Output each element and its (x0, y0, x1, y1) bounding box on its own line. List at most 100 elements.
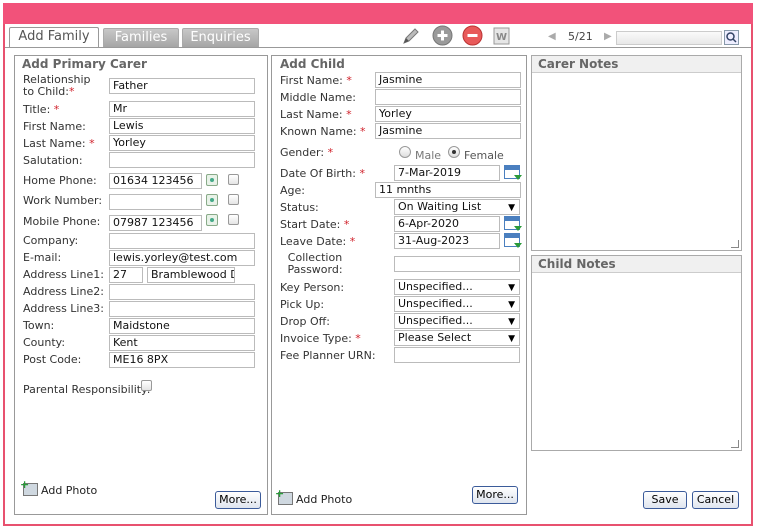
carer-first-name-field[interactable]: Lewis (109, 118, 255, 134)
carer-more-button[interactable]: More... (215, 491, 261, 509)
child-add-photo-button[interactable]: Add Photo (275, 487, 352, 506)
pick-up-label: Pick Up: (280, 298, 325, 311)
start-date-calendar-icon[interactable] (504, 216, 522, 231)
known-name-label: Known Name: * (280, 125, 366, 138)
dob-calendar-icon[interactable] (504, 165, 522, 180)
known-name-field[interactable]: Jasmine (375, 123, 521, 139)
key-person-select[interactable]: Unspecified... ▼ (394, 279, 520, 295)
gender-male-radio[interactable] (399, 146, 411, 158)
town-field[interactable]: Maidstone (109, 318, 255, 334)
child-notes-box[interactable]: Child Notes (531, 255, 742, 451)
home-phone-label: Home Phone: (23, 174, 97, 187)
resize-grip-icon[interactable] (731, 440, 739, 448)
collection-password-field[interactable] (394, 256, 520, 272)
add-photo-icon (20, 478, 38, 496)
pick-up-select[interactable]: Unspecified... ▼ (394, 296, 520, 312)
salutation-label: Salutation: (23, 154, 83, 167)
record-counter: 5/21 (568, 30, 593, 43)
gender-female-radio[interactable] (448, 146, 460, 158)
tab-add-family[interactable]: Add Family (9, 27, 99, 48)
leave-date-calendar-icon[interactable] (504, 233, 522, 248)
address-line3-field[interactable] (109, 301, 255, 317)
header-bar (3, 3, 753, 24)
email-field[interactable]: lewis.yorley@test.com (109, 250, 255, 266)
age-label: Age: (280, 184, 305, 197)
middle-name-label: Middle Name: (280, 91, 356, 104)
drop-off-label: Drop Off: (280, 315, 330, 328)
search-icon[interactable] (724, 30, 739, 45)
add-icon[interactable] (432, 25, 453, 46)
carer-title-field[interactable]: Mr (109, 101, 255, 117)
carer-last-name-field[interactable]: Yorley (109, 135, 255, 151)
cancel-button[interactable]: Cancel (692, 491, 739, 509)
address-street-field[interactable]: Bramblewood Dri (147, 267, 235, 283)
address-line1-label: Address Line1: (23, 268, 104, 281)
add-photo-icon (275, 487, 293, 505)
relationship-label: Relationship to Child:* (23, 73, 91, 98)
tab-enquiries[interactable]: Enquiries (182, 28, 259, 47)
child-notes-title: Child Notes (532, 256, 741, 273)
collection-password-label: Collection Password: (287, 251, 343, 276)
county-field[interactable]: Kent (109, 335, 255, 351)
child-more-button[interactable]: More... (472, 486, 518, 504)
county-label: County: (23, 336, 66, 349)
middle-name-field[interactable] (375, 89, 521, 105)
address-number-field[interactable]: 27 (109, 267, 143, 283)
status-select[interactable]: On Waiting List ▼ (394, 199, 520, 215)
child-first-name-field[interactable]: Jasmine (375, 72, 521, 88)
carer-title-label: Title: * (23, 103, 60, 116)
start-date-field[interactable]: 6-Apr-2020 (394, 216, 500, 232)
mobile-phone-checkbox[interactable] (228, 214, 239, 225)
carer-first-name-label: First Name: (23, 120, 86, 133)
carer-last-name-label: Last Name: * (23, 137, 95, 150)
dob-field[interactable]: 7-Mar-2019 (394, 165, 500, 181)
work-number-dial-icon[interactable] (206, 194, 218, 206)
work-number-field[interactable] (109, 194, 202, 210)
child-last-name-field[interactable]: Yorley (375, 106, 521, 122)
gender-label: Gender: * (280, 146, 334, 159)
fee-planner-urn-field[interactable] (394, 347, 520, 363)
home-phone-checkbox[interactable] (228, 174, 239, 185)
mobile-phone-label: Mobile Phone: (23, 215, 101, 228)
remove-icon[interactable] (462, 25, 483, 46)
work-number-checkbox[interactable] (228, 194, 239, 205)
record-search-input[interactable] (616, 31, 722, 45)
postcode-label: Post Code: (23, 353, 82, 366)
carer-add-photo-button[interactable]: Add Photo (20, 478, 97, 497)
drop-off-select[interactable]: Unspecified... ▼ (394, 313, 520, 329)
home-phone-dial-icon[interactable] (206, 174, 218, 186)
pencil-icon[interactable] (401, 26, 421, 46)
child-first-name-label: First Name: * (280, 74, 352, 87)
home-phone-field[interactable]: 01634 123456 (109, 173, 202, 189)
fee-planner-urn-label: Fee Planner URN: (280, 349, 376, 362)
resize-grip-icon[interactable] (731, 240, 739, 248)
mobile-phone-dial-icon[interactable] (206, 214, 218, 226)
dob-label: Date Of Birth: * (280, 167, 365, 180)
parental-responsibility-checkbox[interactable] (141, 380, 152, 391)
salutation-field[interactable] (109, 152, 255, 168)
tab-families[interactable]: Families (103, 28, 179, 47)
key-person-label: Key Person: (280, 281, 345, 294)
add-child-title: Add Child (280, 57, 345, 71)
svg-text:W: W (496, 32, 507, 43)
parental-responsibility-label: Parental Responsibility: (23, 383, 151, 396)
prev-record-icon[interactable]: ◀ (548, 31, 556, 42)
invoice-type-select[interactable]: Please Select ▼ (394, 330, 520, 346)
age-field: 11 mnths (375, 182, 521, 198)
company-field[interactable] (109, 233, 255, 249)
tab-underline (5, 47, 751, 48)
word-doc-icon[interactable]: W (492, 26, 512, 46)
company-label: Company: (23, 234, 79, 247)
postcode-field[interactable]: ME16 8PX (109, 352, 255, 368)
gender-male-label: Male (415, 149, 442, 162)
invoice-type-label: Invoice Type: * (280, 332, 361, 345)
next-record-icon[interactable]: ▶ (604, 31, 612, 42)
mobile-phone-field[interactable]: 07987 123456 (109, 215, 202, 231)
relationship-field[interactable]: Father (109, 78, 255, 94)
primary-carer-title: Add Primary Carer (22, 57, 147, 71)
carer-notes-box[interactable]: Carer Notes (531, 55, 742, 251)
work-number-label: Work Number: (23, 194, 103, 207)
address-line2-field[interactable] (109, 284, 255, 300)
save-button[interactable]: Save (643, 491, 687, 509)
leave-date-field[interactable]: 31-Aug-2023 (394, 233, 500, 249)
